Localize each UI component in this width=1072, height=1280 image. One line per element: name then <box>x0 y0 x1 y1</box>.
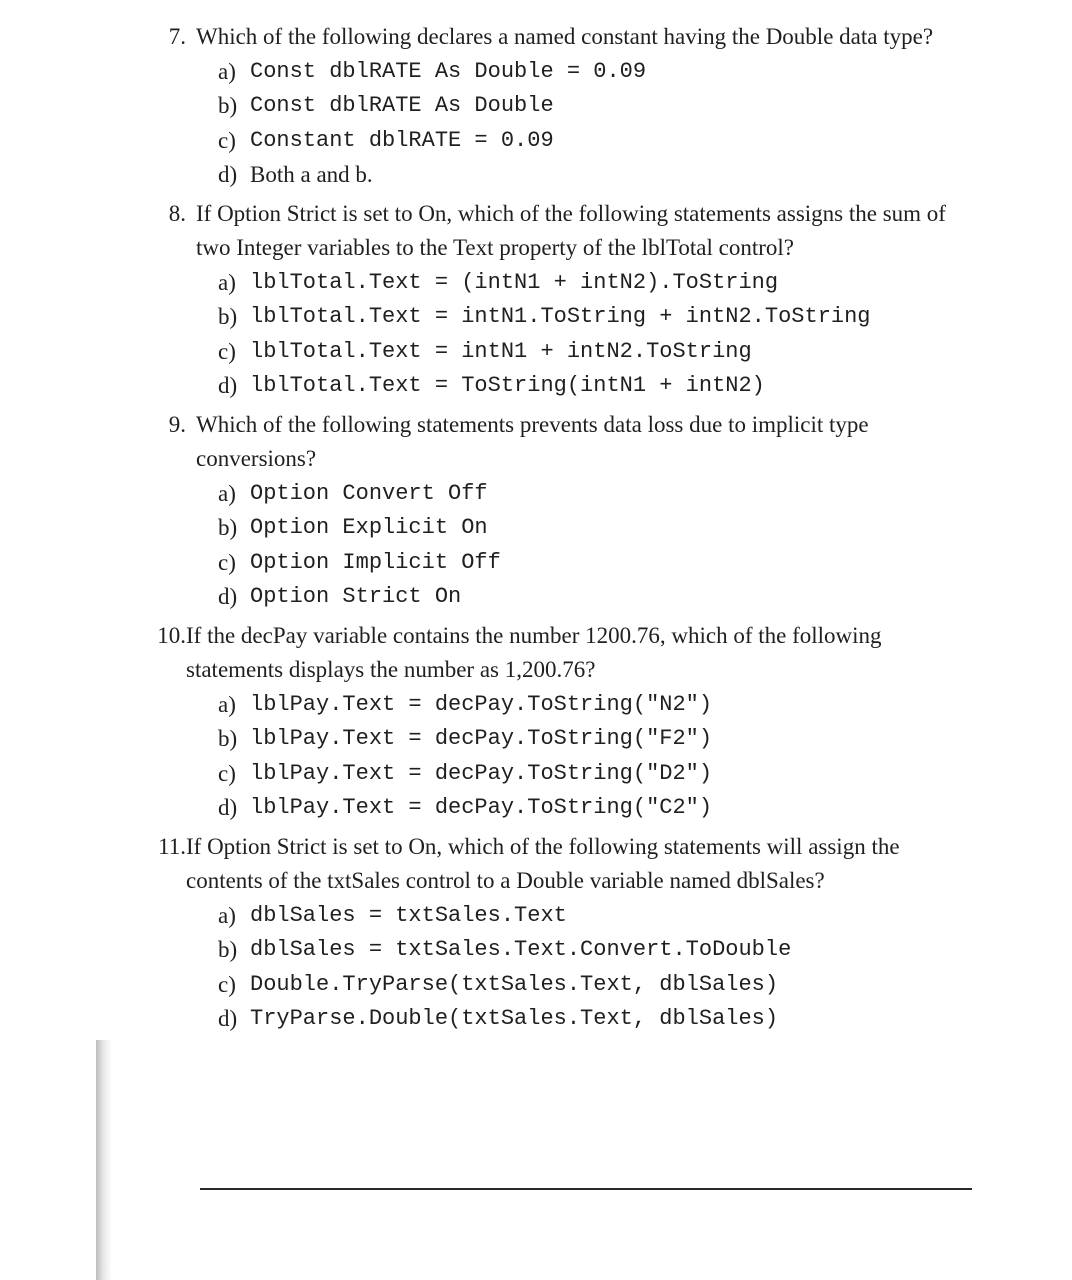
question-body: If Option Strict is set to On, which of … <box>196 197 972 266</box>
option-code: TryParse.Double(txtSales.Text, dblSales) <box>250 1002 972 1037</box>
option-b: b) lblTotal.Text = intN1.ToString + intN… <box>218 300 972 335</box>
option-d: d) TryParse.Double(txtSales.Text, dblSal… <box>218 1002 972 1037</box>
option-letter: c) <box>218 546 250 581</box>
question-11: 11. If Option Strict is set to On, which… <box>100 830 972 1037</box>
option-code: lblPay.Text = decPay.ToString("N2") <box>250 688 972 723</box>
question-number: 9. <box>150 408 186 477</box>
question-number: 8. <box>150 197 186 266</box>
question-number: 11. <box>140 830 186 899</box>
option-letter: b) <box>218 89 250 124</box>
question-text: 9. Which of the following statements pre… <box>150 408 972 477</box>
option-code: Option Explicit On <box>250 511 972 546</box>
option-text: Both a and b. <box>250 158 972 193</box>
option-c: c) Double.TryParse(txtSales.Text, dblSal… <box>218 968 972 1003</box>
option-letter: b) <box>218 722 250 757</box>
option-letter: a) <box>218 477 250 512</box>
page-divider <box>200 1188 972 1190</box>
option-letter: a) <box>218 55 250 90</box>
question-body: Which of the following declares a named … <box>196 20 972 55</box>
question-10: 10. If the decPay variable contains the … <box>100 619 972 826</box>
question-text: 10. If the decPay variable contains the … <box>150 619 972 688</box>
option-d: d) Both a and b. <box>218 158 972 193</box>
page-shadow <box>96 1040 112 1280</box>
option-c: c) Option Implicit Off <box>218 546 972 581</box>
option-code: Const dblRATE As Double = 0.09 <box>250 55 972 90</box>
option-code: dblSales = txtSales.Text <box>250 899 972 934</box>
option-b: b) Option Explicit On <box>218 511 972 546</box>
option-a: a) lblTotal.Text = (intN1 + intN2).ToStr… <box>218 266 972 301</box>
question-9: 9. Which of the following statements pre… <box>100 408 972 615</box>
option-d: d) lblTotal.Text = ToString(intN1 + intN… <box>218 369 972 404</box>
option-code: Double.TryParse(txtSales.Text, dblSales) <box>250 968 972 1003</box>
option-c: c) lblPay.Text = decPay.ToString("D2") <box>218 757 972 792</box>
question-body: If Option Strict is set to On, which of … <box>186 830 972 899</box>
option-c: c) Constant dblRATE = 0.09 <box>218 124 972 159</box>
option-code: lblPay.Text = decPay.ToString("C2") <box>250 791 972 826</box>
option-letter: b) <box>218 511 250 546</box>
question-body: If the decPay variable contains the numb… <box>186 619 972 688</box>
option-b: b) dblSales = txtSales.Text.Convert.ToDo… <box>218 933 972 968</box>
option-letter: c) <box>218 968 250 1003</box>
option-letter: c) <box>218 124 250 159</box>
option-a: a) lblPay.Text = decPay.ToString("N2") <box>218 688 972 723</box>
option-code: dblSales = txtSales.Text.Convert.ToDoubl… <box>250 933 972 968</box>
option-code: Const dblRATE As Double <box>250 89 972 124</box>
option-letter: d) <box>218 1002 250 1037</box>
option-letter: b) <box>218 300 250 335</box>
option-a: a) Option Convert Off <box>218 477 972 512</box>
option-letter: c) <box>218 335 250 370</box>
question-body: Which of the following statements preven… <box>196 408 972 477</box>
question-number: 7. <box>150 20 186 55</box>
option-letter: a) <box>218 266 250 301</box>
option-letter: c) <box>218 757 250 792</box>
option-letter: d) <box>218 158 250 193</box>
option-letter: d) <box>218 369 250 404</box>
question-text: 11. If Option Strict is set to On, which… <box>150 830 972 899</box>
option-code: lblPay.Text = decPay.ToString("D2") <box>250 757 972 792</box>
option-a: a) dblSales = txtSales.Text <box>218 899 972 934</box>
question-7: 7. Which of the following declares a nam… <box>100 20 972 193</box>
option-code: Option Convert Off <box>250 477 972 512</box>
option-b: b) lblPay.Text = decPay.ToString("F2") <box>218 722 972 757</box>
option-d: d) lblPay.Text = decPay.ToString("C2") <box>218 791 972 826</box>
option-code: Option Implicit Off <box>250 546 972 581</box>
option-code: Constant dblRATE = 0.09 <box>250 124 972 159</box>
option-code: lblTotal.Text = (intN1 + intN2).ToString <box>250 266 972 301</box>
option-code: lblTotal.Text = intN1 + intN2.ToString <box>250 335 972 370</box>
question-8: 8. If Option Strict is set to On, which … <box>100 197 972 404</box>
option-letter: d) <box>218 791 250 826</box>
option-a: a) Const dblRATE As Double = 0.09 <box>218 55 972 90</box>
question-text: 8. If Option Strict is set to On, which … <box>150 197 972 266</box>
option-letter: a) <box>218 688 250 723</box>
option-code: Option Strict On <box>250 580 972 615</box>
option-letter: a) <box>218 899 250 934</box>
option-code: lblTotal.Text = ToString(intN1 + intN2) <box>250 369 972 404</box>
option-d: d) Option Strict On <box>218 580 972 615</box>
option-b: b) Const dblRATE As Double <box>218 89 972 124</box>
question-text: 7. Which of the following declares a nam… <box>150 20 972 55</box>
option-letter: d) <box>218 580 250 615</box>
option-letter: b) <box>218 933 250 968</box>
option-code: lblTotal.Text = intN1.ToString + intN2.T… <box>250 300 972 335</box>
option-c: c) lblTotal.Text = intN1 + intN2.ToStrin… <box>218 335 972 370</box>
question-number: 10. <box>140 619 186 688</box>
option-code: lblPay.Text = decPay.ToString("F2") <box>250 722 972 757</box>
